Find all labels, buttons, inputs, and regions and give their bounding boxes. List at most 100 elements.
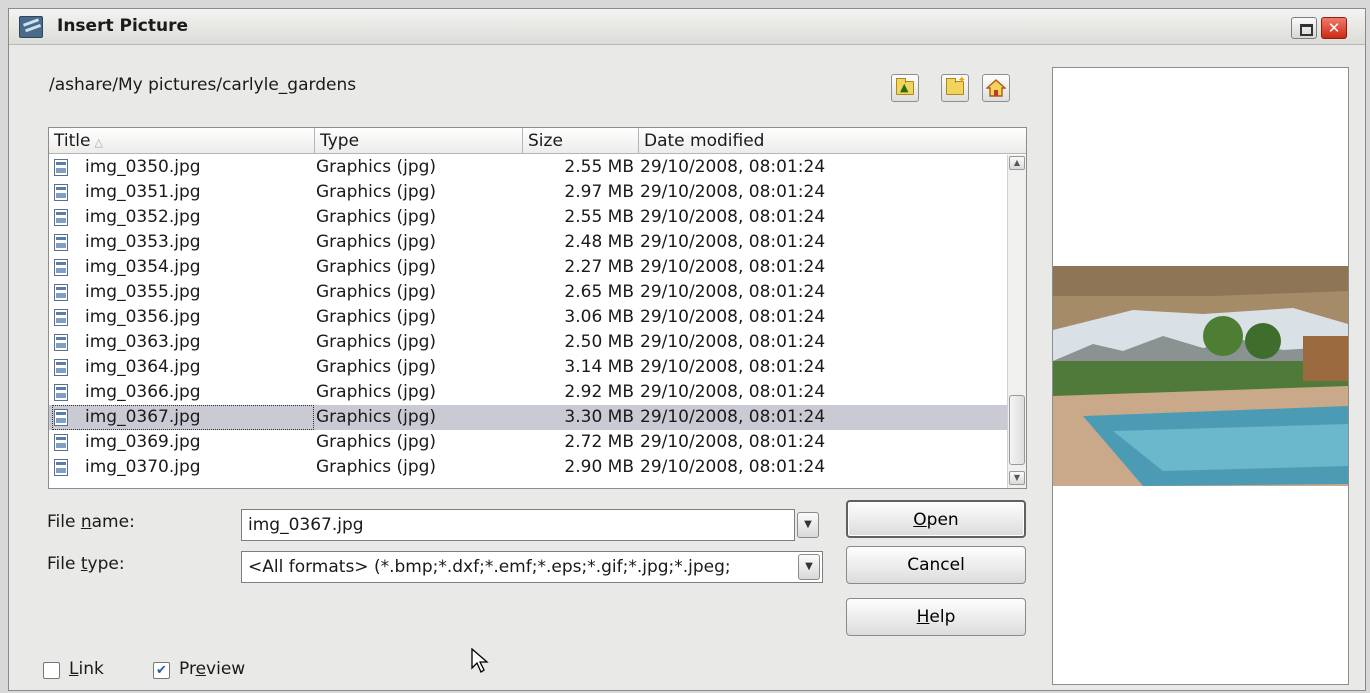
file-type: Graphics (jpg)	[316, 257, 437, 277]
file-date: 29/10/2008, 08:01:24	[640, 407, 826, 427]
file-type: Graphics (jpg)	[316, 282, 437, 302]
file-size: 2.55 MB	[564, 157, 634, 177]
sort-ascending-icon: △	[94, 136, 103, 149]
file-title: img_0367.jpg	[52, 405, 314, 430]
column-type[interactable]: Type	[315, 128, 523, 154]
image-file-icon	[54, 234, 68, 251]
file-size: 2.27 MB	[564, 257, 634, 277]
help-button[interactable]: Help	[846, 598, 1026, 636]
file-type: Graphics (jpg)	[316, 432, 437, 452]
file-row[interactable]: img_0351.jpg Graphics (jpg) 2.97 MB 29/10/2…	[49, 180, 1007, 205]
file-type: Graphics (jpg)	[316, 407, 437, 427]
file-size: 2.55 MB	[564, 207, 634, 227]
file-size: 2.92 MB	[564, 382, 634, 402]
file-row[interactable]: img_0367.jpg Graphics (jpg) 3.30 MB 29/10/2…	[49, 405, 1007, 430]
file-row[interactable]: img_0366.jpg Graphics (jpg) 2.92 MB 29/10/2…	[49, 380, 1007, 405]
image-file-icon	[54, 284, 68, 301]
file-type-select[interactable]: <All formats> (*.bmp;*.dxf;*.emf;*.eps;*…	[241, 551, 823, 583]
file-date: 29/10/2008, 08:01:24	[640, 257, 826, 277]
file-row[interactable]: img_0350.jpg Graphics (jpg) 2.55 MB 29/10/2…	[49, 155, 1007, 180]
title-bar[interactable]: Insert Picture ✕	[9, 9, 1365, 45]
file-name-dropdown-icon[interactable]: ▼	[797, 512, 819, 538]
file-row[interactable]: img_0356.jpg Graphics (jpg) 3.06 MB 29/10/2…	[49, 305, 1007, 330]
preview-checkbox[interactable]: ✔	[153, 662, 170, 679]
column-date-modified[interactable]: Date modified	[639, 128, 1027, 154]
file-date: 29/10/2008, 08:01:24	[640, 332, 826, 352]
current-path: /ashare/My pictures/carlyle_gardens	[49, 75, 357, 95]
image-preview-pane	[1052, 67, 1349, 685]
file-title: img_0350.jpg	[85, 157, 201, 177]
restore-button[interactable]	[1291, 17, 1317, 39]
file-row[interactable]: img_0364.jpg Graphics (jpg) 3.14 MB 29/10/2…	[49, 355, 1007, 380]
file-row[interactable]: img_0363.jpg Graphics (jpg) 2.50 MB 29/10/2…	[49, 330, 1007, 355]
file-type: Graphics (jpg)	[316, 182, 437, 202]
home-icon	[986, 79, 1006, 97]
cancel-button[interactable]: Cancel	[846, 546, 1026, 584]
window-title: Insert Picture	[57, 16, 189, 36]
file-title: img_0353.jpg	[85, 232, 201, 252]
file-row[interactable]: img_0355.jpg Graphics (jpg) 2.65 MB 29/10/2…	[49, 280, 1007, 305]
file-date: 29/10/2008, 08:01:24	[640, 232, 826, 252]
new-folder-button[interactable]: ✦	[941, 74, 969, 102]
file-date: 29/10/2008, 08:01:24	[640, 457, 826, 477]
scroll-up-icon[interactable]: ▲	[1009, 156, 1025, 170]
file-title: img_0364.jpg	[85, 357, 201, 377]
file-row[interactable]: img_0352.jpg Graphics (jpg) 2.55 MB 29/10/2…	[49, 205, 1007, 230]
file-date: 29/10/2008, 08:01:24	[640, 182, 826, 202]
file-type-label: File type:	[47, 554, 125, 574]
file-name-input[interactable]: img_0367.jpg	[241, 509, 795, 541]
image-file-icon	[54, 384, 68, 401]
file-size: 2.72 MB	[564, 432, 634, 452]
home-button[interactable]	[982, 74, 1010, 102]
file-title: img_0366.jpg	[85, 382, 201, 402]
image-file-icon	[54, 209, 68, 226]
file-date: 29/10/2008, 08:01:24	[640, 207, 826, 227]
file-type: Graphics (jpg)	[316, 307, 437, 327]
file-size: 2.97 MB	[564, 182, 634, 202]
file-row[interactable]: img_0370.jpg Graphics (jpg) 2.90 MB 29/10/2…	[49, 455, 1007, 480]
scroll-down-icon[interactable]: ▼	[1009, 471, 1025, 485]
file-size: 3.30 MB	[564, 407, 634, 427]
file-row[interactable]: img_0353.jpg Graphics (jpg) 2.48 MB 29/10/2…	[49, 230, 1007, 255]
file-date: 29/10/2008, 08:01:24	[640, 307, 826, 327]
folder-up-button[interactable]: ▲	[891, 74, 919, 102]
file-title: img_0369.jpg	[85, 432, 201, 452]
file-type-dropdown-icon[interactable]: ▼	[798, 554, 820, 580]
file-type: Graphics (jpg)	[316, 457, 437, 477]
close-button[interactable]: ✕	[1321, 17, 1347, 39]
image-file-icon	[54, 459, 68, 476]
open-button[interactable]: Open	[846, 500, 1026, 538]
file-date: 29/10/2008, 08:01:24	[640, 282, 826, 302]
file-name-label: File name:	[47, 512, 135, 532]
column-size[interactable]: Size	[523, 128, 639, 154]
image-file-icon	[54, 309, 68, 326]
image-file-icon	[54, 359, 68, 376]
image-file-icon	[54, 184, 68, 201]
image-file-icon	[54, 334, 68, 351]
vertical-scrollbar[interactable]: ▲ ▼	[1007, 155, 1026, 488]
link-checkbox[interactable]	[43, 662, 60, 679]
file-date: 29/10/2008, 08:01:24	[640, 357, 826, 377]
file-type: Graphics (jpg)	[316, 332, 437, 352]
pool-photo-icon	[1053, 266, 1348, 486]
file-date: 29/10/2008, 08:01:24	[640, 157, 826, 177]
scroll-thumb[interactable]	[1009, 395, 1025, 465]
file-date: 29/10/2008, 08:01:24	[640, 432, 826, 452]
file-title: img_0352.jpg	[85, 207, 201, 227]
column-title[interactable]: Title △	[49, 128, 315, 154]
file-row[interactable]: img_0354.jpg Graphics (jpg) 2.27 MB 29/10/2…	[49, 255, 1007, 280]
image-file-icon	[54, 434, 68, 451]
file-list[interactable]: Title △ Type Size Date modified img_0350.…	[48, 127, 1027, 489]
file-size: 2.65 MB	[564, 282, 634, 302]
file-title: img_0356.jpg	[85, 307, 201, 327]
file-title: img_0355.jpg	[85, 282, 201, 302]
file-title: img_0370.jpg	[85, 457, 201, 477]
file-type: Graphics (jpg)	[316, 232, 437, 252]
file-size: 2.48 MB	[564, 232, 634, 252]
file-size: 2.90 MB	[564, 457, 634, 477]
file-row[interactable]: img_0369.jpg Graphics (jpg) 2.72 MB 29/10/2…	[49, 430, 1007, 455]
mouse-cursor-icon	[471, 648, 489, 673]
file-title: img_0354.jpg	[85, 257, 201, 277]
file-size: 3.14 MB	[564, 357, 634, 377]
file-size: 3.06 MB	[564, 307, 634, 327]
